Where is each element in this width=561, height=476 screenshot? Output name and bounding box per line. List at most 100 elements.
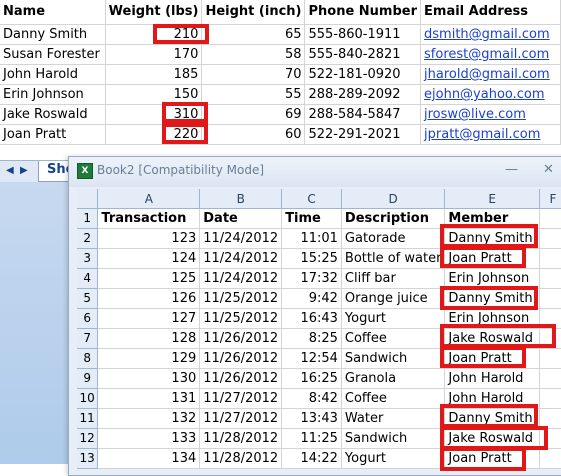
email-link[interactable]: jpratt@gmail.com [424,127,540,142]
header-name[interactable]: Name [0,0,106,25]
time-cell[interactable]: 8:25 [281,328,342,349]
header-date[interactable]: Date [199,208,283,229]
name-cell[interactable]: Susan Forester [0,44,106,65]
tab-scroll-right-icon[interactable]: ▶ [20,165,28,176]
row-header[interactable]: 2 [77,228,99,249]
date-cell[interactable]: 11/26/2012 [199,328,283,349]
email-link[interactable]: sforest@gmail.com [424,47,549,62]
column-header[interactable]: E [444,189,540,209]
time-cell[interactable]: 11:25 [281,428,342,449]
email-link[interactable]: jrosw@live.com [424,107,526,122]
header-description[interactable]: Description [341,208,446,229]
time-cell[interactable]: 12:54 [281,348,342,369]
description-cell[interactable]: Coffee [341,388,446,409]
date-cell[interactable]: 11/26/2012 [199,348,283,369]
email-link[interactable]: ejohn@yahoo.com [424,87,545,102]
header-transaction[interactable]: Transaction [97,208,201,229]
transaction-cell[interactable]: 123 [97,228,201,249]
close-icon[interactable]: ✕ [543,162,554,177]
row-header[interactable]: 12 [77,428,99,449]
description-cell[interactable]: Sandwich [341,348,446,369]
column-header[interactable]: B [199,189,283,209]
date-cell[interactable]: 11/27/2012 [199,388,283,409]
tab-scroll-left-icon[interactable]: ◀ [6,165,14,176]
row-header[interactable]: 9 [77,368,99,389]
empty-cell[interactable] [539,388,561,409]
row-header[interactable]: 3 [77,248,99,269]
empty-cell[interactable] [539,228,561,249]
header-weight[interactable]: Weight (lbs) [105,0,203,25]
member-cell[interactable]: Erin Johnson [444,308,540,329]
description-cell[interactable]: Water [341,408,446,429]
weight-cell[interactable]: 185 [105,64,203,85]
member-cell[interactable]: Erin Johnson [444,268,540,289]
time-cell[interactable]: 9:42 [281,288,342,309]
member-cell[interactable]: Joan Pratt [444,448,540,469]
empty-cell[interactable] [539,368,561,389]
name-cell[interactable]: Danny Smith [0,24,106,45]
description-cell[interactable]: Bottle of water [341,248,446,269]
date-cell[interactable]: 11/24/2012 [199,228,283,249]
weight-cell[interactable]: 310 [105,104,203,125]
member-cell[interactable]: Joan Pratt [444,348,540,369]
phone-cell[interactable]: 522-291-2021 [304,124,422,145]
header-email[interactable]: Email Address [420,0,561,25]
name-cell[interactable]: Jake Roswald [0,104,106,125]
empty-cell[interactable] [539,328,561,349]
phone-cell[interactable]: 555-860-1911 [304,24,422,45]
row-header[interactable]: 1 [77,208,99,229]
row-header[interactable]: 10 [77,388,99,409]
transaction-cell[interactable]: 132 [97,408,201,429]
transaction-cell[interactable]: 133 [97,428,201,449]
transaction-cell[interactable]: 127 [97,308,201,329]
header-phone[interactable]: Phone Number [304,0,422,25]
weight-cell[interactable]: 150 [105,84,203,105]
transaction-cell[interactable]: 134 [97,448,201,469]
description-cell[interactable]: Sandwich [341,428,446,449]
column-header[interactable]: D [341,189,446,209]
row-header[interactable]: 4 [77,268,99,289]
empty-cell[interactable] [539,308,561,329]
name-cell[interactable]: John Harold [0,64,106,85]
member-cell[interactable]: Danny Smith [444,288,540,309]
column-header[interactable]: A [97,189,201,209]
time-cell[interactable]: 14:22 [281,448,342,469]
row-header[interactable]: 11 [77,408,99,429]
transaction-cell[interactable]: 128 [97,328,201,349]
transaction-cell[interactable]: 124 [97,248,201,269]
transaction-cell[interactable]: 131 [97,388,201,409]
date-cell[interactable]: 11/25/2012 [199,308,283,329]
time-cell[interactable]: 11:01 [281,228,342,249]
empty-cell[interactable] [539,348,561,369]
time-cell[interactable]: 16:43 [281,308,342,329]
minimize-icon[interactable]: — [505,162,518,177]
height-cell[interactable]: 55 [201,84,306,105]
member-cell[interactable]: John Harold [444,368,540,389]
description-cell[interactable]: Gatorade [341,228,446,249]
empty-cell[interactable] [539,268,561,289]
row-header[interactable]: 8 [77,348,99,369]
email-cell[interactable]: jrosw@live.com [420,104,561,125]
transaction-cell[interactable]: 126 [97,288,201,309]
weight-cell[interactable]: 220 [105,124,203,145]
phone-cell[interactable]: 288-289-2092 [304,84,422,105]
weight-cell[interactable]: 210 [105,24,203,45]
email-link[interactable]: jharold@gmail.com [424,67,550,82]
description-cell[interactable]: Cliff bar [341,268,446,289]
transaction-cell[interactable]: 129 [97,348,201,369]
time-cell[interactable]: 16:25 [281,368,342,389]
name-cell[interactable]: Erin Johnson [0,84,106,105]
date-cell[interactable]: 11/28/2012 [199,428,283,449]
description-cell[interactable]: Coffee [341,328,446,349]
phone-cell[interactable]: 555-840-2821 [304,44,422,65]
empty-cell[interactable] [539,208,561,229]
title-bar[interactable]: X Book2 [Compatibility Mode] — ✕ [69,157,561,187]
email-link[interactable]: dsmith@gmail.com [424,27,550,42]
book2-window[interactable]: X Book2 [Compatibility Mode] — ✕ A B C D… [68,156,561,476]
height-cell[interactable]: 70 [201,64,306,85]
description-cell[interactable]: Yogurt [341,448,446,469]
header-member[interactable]: Member [444,208,540,229]
empty-cell[interactable] [539,248,561,269]
phone-cell[interactable]: 288-584-5847 [304,104,422,125]
time-cell[interactable]: 17:32 [281,268,342,289]
